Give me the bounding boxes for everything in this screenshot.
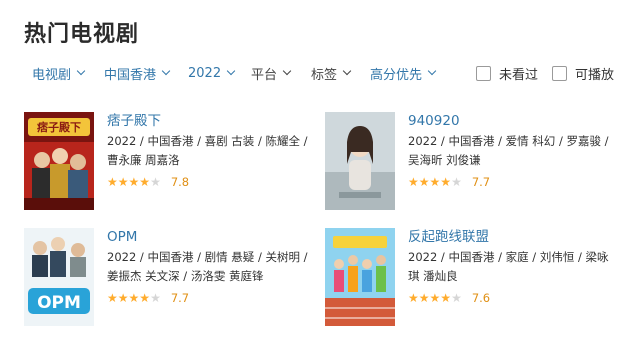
star-icon: ★ bbox=[429, 291, 441, 305]
star-icon: ★ bbox=[128, 291, 140, 305]
sort-label: 高分优先 bbox=[370, 67, 423, 83]
platform-filter-dropdown[interactable]: 平台 bbox=[251, 60, 292, 86]
rating-score: 7.7 bbox=[471, 175, 491, 189]
star-empty-icon: ★ bbox=[451, 175, 462, 189]
rating-score: 7.6 bbox=[471, 291, 491, 305]
show-meta: 2022 / 中国香港 / 爱情 科幻 / 罗嘉骏 / 吴海昕 刘俊谦 bbox=[408, 134, 609, 167]
star-rating: ★ ★ ★ ★ ★ bbox=[408, 292, 462, 304]
rating-row: ★ ★ ★ ★ ★ 7.7 bbox=[408, 174, 615, 190]
tags-filter-dropdown[interactable]: 标签 bbox=[311, 60, 352, 86]
show-title-link[interactable]: OPM bbox=[107, 228, 314, 246]
type-filter-dropdown[interactable]: 电视剧 bbox=[32, 60, 86, 86]
poster-image bbox=[325, 228, 395, 326]
playable-checkbox[interactable]: 可播放 bbox=[552, 62, 614, 84]
show-title-link[interactable]: 反起跑线联盟 bbox=[408, 228, 615, 246]
rating-row: ★ ★ ★ ★ ★ 7.8 bbox=[107, 174, 314, 190]
checkbox-box[interactable] bbox=[552, 65, 567, 81]
show-card: OPM OPM 2022 / 中国香港 / 剧情 悬疑 / 关树明 / 姜振杰 … bbox=[24, 228, 314, 328]
show-poster[interactable] bbox=[325, 228, 395, 326]
rating-score: 7.7 bbox=[170, 291, 190, 305]
platform-filter-label: 平台 bbox=[251, 67, 278, 83]
star-icon: ★ bbox=[117, 175, 129, 189]
star-rating: ★ ★ ★ ★ ★ bbox=[107, 176, 161, 188]
region-filter-label: 中国香港 bbox=[104, 67, 157, 83]
poster-image bbox=[325, 112, 395, 210]
show-poster[interactable] bbox=[325, 112, 395, 210]
show-poster[interactable]: OPM bbox=[24, 228, 94, 326]
rating-row: ★ ★ ★ ★ ★ 7.7 bbox=[107, 290, 314, 306]
star-empty-icon: ★ bbox=[150, 175, 161, 189]
show-poster[interactable]: 痞子殿下 bbox=[24, 112, 94, 210]
chevron-down-icon bbox=[282, 66, 292, 76]
show-meta: 2022 / 中国香港 / 剧情 悬疑 / 关树明 / 姜振杰 关文深 / 汤洛… bbox=[107, 250, 308, 283]
tags-filter-label: 标签 bbox=[311, 67, 338, 83]
star-icon: ★ bbox=[107, 291, 118, 305]
chevron-down-icon bbox=[226, 66, 236, 76]
star-rating: ★ ★ ★ ★ ★ bbox=[408, 176, 462, 188]
show-card: 940920 2022 / 中国香港 / 爱情 科幻 / 罗嘉骏 / 吴海昕 刘… bbox=[325, 112, 615, 212]
year-filter-dropdown[interactable]: 2022 bbox=[188, 60, 236, 86]
show-title-link[interactable]: 940920 bbox=[408, 112, 615, 130]
star-icon: ★ bbox=[418, 291, 430, 305]
poster-image: OPM bbox=[24, 228, 94, 326]
show-info: 940920 2022 / 中国香港 / 爱情 科幻 / 罗嘉骏 / 吴海昕 刘… bbox=[408, 112, 615, 190]
chevron-down-icon bbox=[161, 66, 171, 76]
page-title: 热门电视剧 bbox=[24, 22, 140, 47]
star-icon: ★ bbox=[128, 175, 140, 189]
star-icon: ★ bbox=[418, 175, 430, 189]
type-filter-label: 电视剧 bbox=[32, 67, 72, 83]
show-card: 痞子殿下 痞子殿下 2022 / 中国香港 / 喜剧 古装 / 陈耀全 / 曹永… bbox=[24, 112, 314, 212]
star-icon: ★ bbox=[139, 291, 151, 305]
poster-image: 痞子殿下 bbox=[24, 112, 94, 210]
star-empty-icon: ★ bbox=[451, 291, 462, 305]
chevron-down-icon bbox=[342, 66, 352, 76]
star-icon: ★ bbox=[107, 175, 118, 189]
year-filter-label: 2022 bbox=[188, 65, 222, 81]
poster-title-text: OPM bbox=[37, 293, 81, 313]
playable-label: 可播放 bbox=[575, 67, 615, 83]
region-filter-dropdown[interactable]: 中国香港 bbox=[104, 60, 171, 86]
star-icon: ★ bbox=[440, 291, 452, 305]
unwatched-label: 未看过 bbox=[499, 67, 539, 83]
star-rating: ★ ★ ★ ★ ★ bbox=[107, 292, 161, 304]
checkbox-box[interactable] bbox=[476, 65, 491, 81]
show-info: 痞子殿下 2022 / 中国香港 / 喜剧 古装 / 陈耀全 / 曹永廉 周嘉洛… bbox=[107, 112, 314, 190]
star-icon: ★ bbox=[139, 175, 151, 189]
rating-row: ★ ★ ★ ★ ★ 7.6 bbox=[408, 290, 615, 306]
star-icon: ★ bbox=[117, 291, 129, 305]
show-title-link[interactable]: 痞子殿下 bbox=[107, 112, 314, 130]
star-icon: ★ bbox=[408, 175, 419, 189]
chevron-down-icon bbox=[76, 66, 86, 76]
sort-dropdown[interactable]: 高分优先 bbox=[370, 60, 437, 86]
unwatched-checkbox[interactable]: 未看过 bbox=[476, 62, 538, 84]
star-empty-icon: ★ bbox=[150, 291, 161, 305]
star-icon: ★ bbox=[440, 175, 452, 189]
star-icon: ★ bbox=[429, 175, 441, 189]
poster-title-text: 痞子殿下 bbox=[37, 120, 81, 134]
show-info: 反起跑线联盟 2022 / 中国香港 / 家庭 / 刘伟恒 / 梁咏琪 潘灿良 … bbox=[408, 228, 615, 306]
show-card: 反起跑线联盟 2022 / 中国香港 / 家庭 / 刘伟恒 / 梁咏琪 潘灿良 … bbox=[325, 228, 615, 328]
show-meta: 2022 / 中国香港 / 家庭 / 刘伟恒 / 梁咏琪 潘灿良 bbox=[408, 250, 609, 283]
show-info: OPM 2022 / 中国香港 / 剧情 悬疑 / 关树明 / 姜振杰 关文深 … bbox=[107, 228, 314, 306]
rating-score: 7.8 bbox=[170, 175, 190, 189]
chevron-down-icon bbox=[427, 66, 437, 76]
filter-bar: 电视剧 中国香港 2022 平台 标签 高分优先 未看过 可播放 bbox=[24, 60, 624, 86]
star-icon: ★ bbox=[408, 291, 419, 305]
show-meta: 2022 / 中国香港 / 喜剧 古装 / 陈耀全 / 曹永廉 周嘉洛 bbox=[107, 134, 308, 167]
